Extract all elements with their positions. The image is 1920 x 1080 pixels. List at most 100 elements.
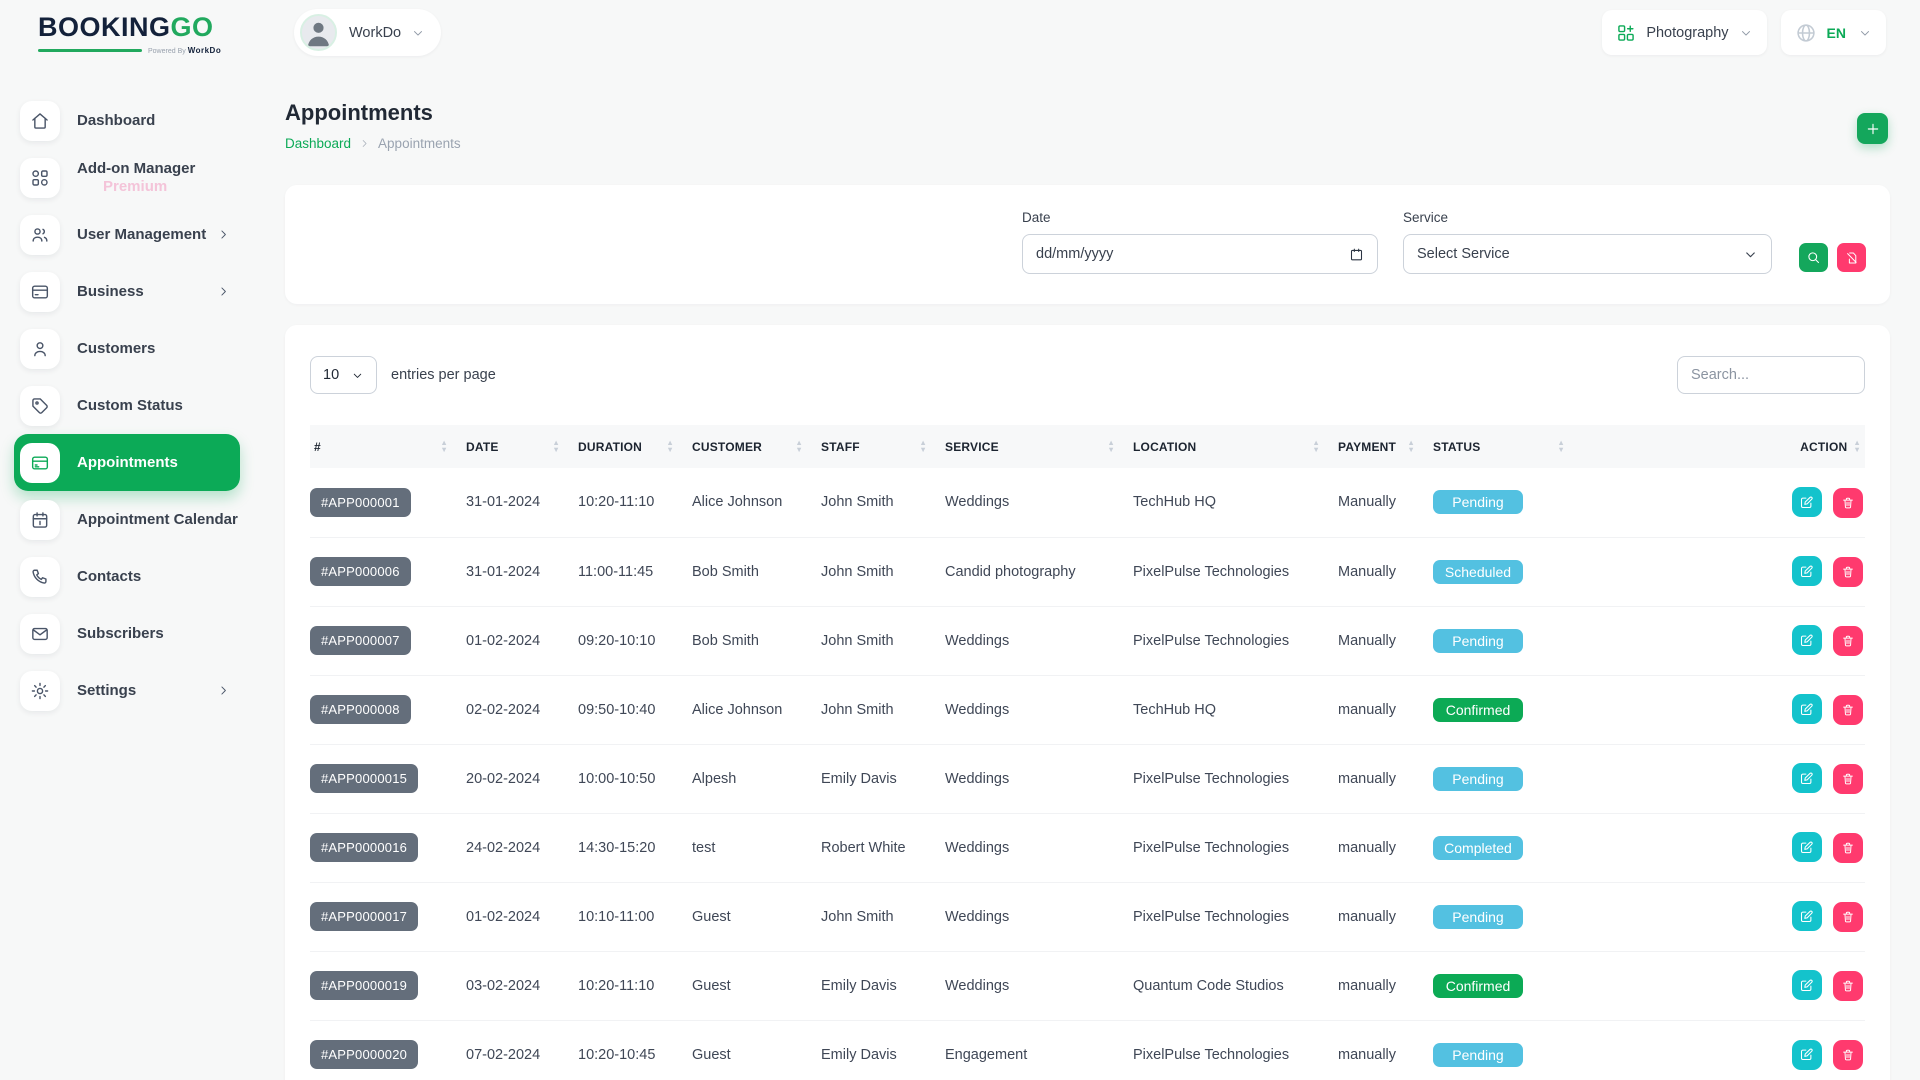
sort-icon: ▲▼: [1853, 440, 1861, 452]
column-header-service[interactable]: SERVICE▲▼: [945, 425, 1133, 468]
status-badge: Pending: [1433, 905, 1523, 929]
edit-button[interactable]: [1792, 763, 1822, 793]
cell-customer: test: [692, 813, 821, 882]
cell-payment: manually: [1338, 813, 1433, 882]
column-header-date[interactable]: DATE▲▼: [466, 425, 578, 468]
date-input-value: dd/mm/yyyy: [1036, 246, 1349, 262]
column-header-action[interactable]: ACTION▲▼: [1583, 425, 1865, 468]
status-badge: Pending: [1433, 490, 1523, 514]
cell-date: 03-02-2024: [466, 951, 578, 1020]
workspace-switcher[interactable]: WorkDo: [294, 9, 441, 56]
service-select-value: Select Service: [1417, 246, 1743, 262]
appointment-id-badge: #APP0000019: [310, 971, 418, 1000]
sidebar-item-appointments[interactable]: Appointments: [14, 434, 240, 491]
edit-button[interactable]: [1792, 832, 1822, 862]
edit-button[interactable]: [1792, 487, 1822, 517]
entries-per-page-select[interactable]: 10: [310, 356, 377, 394]
logo-powered-by: Powered By WorkDo: [148, 46, 221, 55]
cell-payment: Manually: [1338, 537, 1433, 606]
edit-button[interactable]: [1792, 625, 1822, 655]
sidebar-item-label: Settings: [77, 682, 136, 699]
chevron-down-icon: [1743, 247, 1758, 262]
edit-button[interactable]: [1792, 901, 1822, 931]
edit-button[interactable]: [1792, 1040, 1822, 1070]
sidebar-item-customers[interactable]: Customers: [0, 320, 262, 377]
edit-icon: [1799, 909, 1814, 924]
delete-button[interactable]: [1833, 971, 1863, 1001]
cell-date: 31-01-2024: [466, 537, 578, 606]
delete-button[interactable]: [1833, 488, 1863, 518]
cell-duration: 10:20-11:10: [578, 951, 692, 1020]
search-icon: [1806, 250, 1821, 265]
column-header-location[interactable]: LOCATION▲▼: [1133, 425, 1338, 468]
column-header-payment[interactable]: PAYMENT▲▼: [1338, 425, 1433, 468]
phone-icon: [20, 557, 60, 597]
service-select[interactable]: Select Service: [1403, 234, 1772, 274]
add-appointment-button[interactable]: [1857, 113, 1888, 144]
cell-service: Candid photography: [945, 537, 1133, 606]
sidebar-item-business[interactable]: Business: [0, 263, 262, 320]
sidebar-item-user-management[interactable]: User Management: [0, 206, 262, 263]
table-header-row: #▲▼ DATE▲▼ DURATION▲▼ CUSTOMER▲▼ STAFF▲▼…: [310, 425, 1865, 468]
breadcrumb-dashboard-link[interactable]: Dashboard: [285, 136, 351, 151]
delete-button[interactable]: [1833, 833, 1863, 863]
sidebar-item-contacts[interactable]: Contacts: [0, 548, 262, 605]
column-header-status[interactable]: STATUS▲▼: [1433, 425, 1583, 468]
delete-button[interactable]: [1833, 557, 1863, 587]
cell-action: [1583, 813, 1865, 882]
trash-icon: [1841, 1048, 1855, 1062]
cell-location: PixelPulse Technologies: [1133, 882, 1338, 951]
mail-icon: [20, 614, 60, 654]
clear-filter-button[interactable]: [1837, 243, 1866, 272]
delete-button[interactable]: [1833, 902, 1863, 932]
column-header-id[interactable]: #▲▼: [310, 425, 466, 468]
language-switcher[interactable]: EN: [1781, 10, 1886, 55]
apply-filter-button[interactable]: [1799, 243, 1828, 272]
sidebar-item-appointment-calendar[interactable]: Appointment Calendar: [0, 491, 262, 548]
cell-status: Scheduled: [1433, 537, 1583, 606]
column-header-duration[interactable]: DURATION▲▼: [578, 425, 692, 468]
trash-icon: [1841, 841, 1855, 855]
status-badge: Pending: [1433, 629, 1523, 653]
delete-button[interactable]: [1833, 764, 1863, 794]
cell-location: TechHub HQ: [1133, 468, 1338, 537]
table-row: #APP0000016 24-02-2024 14:30-15:20 test …: [310, 813, 1865, 882]
sidebar-item-settings[interactable]: Settings: [0, 662, 262, 719]
status-badge: Pending: [1433, 767, 1523, 791]
edit-icon: [1799, 564, 1814, 579]
table-search-input[interactable]: [1677, 356, 1865, 394]
cell-id: #APP0000020: [310, 1020, 466, 1080]
appointment-id-badge: #APP0000016: [310, 833, 418, 862]
sidebar-item-addon-manager[interactable]: Add-on Manager Premium: [0, 149, 262, 206]
delete-button[interactable]: [1833, 695, 1863, 725]
chevron-right-icon: [217, 228, 230, 241]
sidebar-item-dashboard[interactable]: Dashboard: [0, 92, 262, 149]
column-header-customer[interactable]: CUSTOMER▲▼: [692, 425, 821, 468]
edit-button[interactable]: [1792, 556, 1822, 586]
cell-status: Completed: [1433, 813, 1583, 882]
edit-button[interactable]: [1792, 694, 1822, 724]
delete-button[interactable]: [1833, 1040, 1863, 1070]
table-row: #APP0000015 20-02-2024 10:00-10:50 Alpes…: [310, 744, 1865, 813]
delete-button[interactable]: [1833, 626, 1863, 656]
cell-staff: John Smith: [821, 882, 945, 951]
cell-duration: 10:20-10:45: [578, 1020, 692, 1080]
cell-staff: John Smith: [821, 537, 945, 606]
workspace-name: WorkDo: [349, 25, 401, 41]
cell-action: [1583, 468, 1865, 537]
clear-filter-icon: [1845, 251, 1859, 265]
edit-button[interactable]: [1792, 970, 1822, 1000]
sidebar-item-custom-status[interactable]: Custom Status: [0, 377, 262, 434]
edit-icon: [1799, 978, 1814, 993]
date-input[interactable]: dd/mm/yyyy: [1022, 234, 1378, 274]
edit-icon: [1799, 633, 1814, 648]
cell-status: Pending: [1433, 468, 1583, 537]
module-switcher[interactable]: Photography: [1602, 10, 1766, 55]
column-header-staff[interactable]: STAFF▲▼: [821, 425, 945, 468]
sidebar-item-subscribers[interactable]: Subscribers: [0, 605, 262, 662]
cell-service: Weddings: [945, 951, 1133, 1020]
appointment-id-badge: #APP000007: [310, 626, 411, 655]
date-filter-label: Date: [1022, 210, 1378, 225]
status-badge: Completed: [1433, 836, 1523, 860]
sort-icon: ▲▼: [795, 440, 803, 452]
